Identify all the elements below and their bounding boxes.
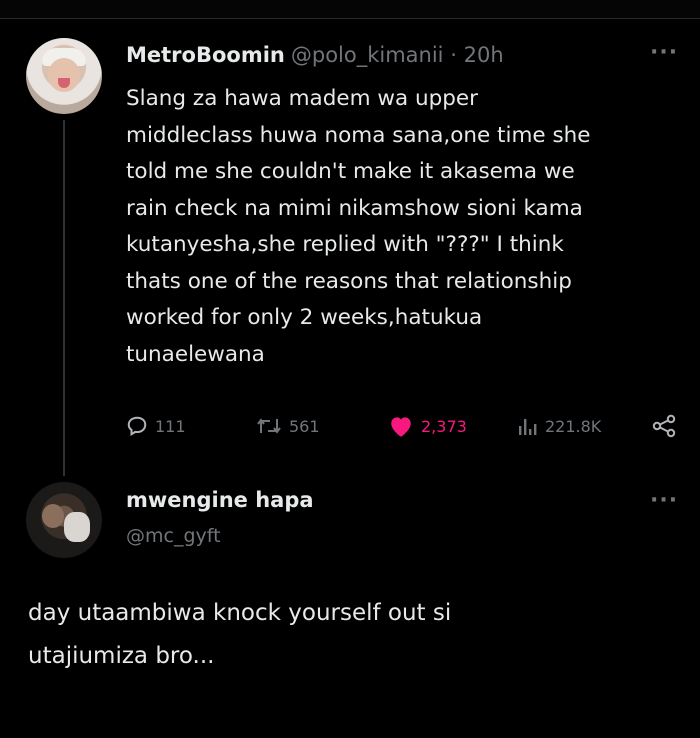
thread-line — [63, 120, 65, 476]
views-count: 221.8K — [545, 416, 602, 436]
avatar-metroboomin[interactable] — [26, 38, 102, 114]
avatar-figure — [64, 512, 90, 542]
tweet1-separator: · — [450, 43, 457, 67]
like-count: 2,373 — [421, 416, 467, 436]
retweet-button[interactable]: 561 — [256, 410, 320, 442]
share-button[interactable] — [652, 414, 678, 442]
views-button[interactable]: 221.8K — [518, 410, 601, 442]
more-icon[interactable]: ··· — [650, 42, 678, 64]
avatar-mwengine[interactable] — [26, 482, 102, 558]
tweet1-text: Slang za hawa madem wa upper middleclass… — [126, 86, 591, 367]
tweet1-handle[interactable]: @polo_kimanii — [291, 43, 444, 67]
tweet2-display-name[interactable]: mwengine hapa — [126, 488, 314, 512]
top-divider — [0, 0, 700, 19]
share-icon — [652, 414, 676, 438]
heart-icon — [391, 417, 411, 437]
tweet1-timestamp[interactable]: 20h — [464, 43, 504, 67]
like-button[interactable]: 2,373 — [388, 410, 467, 442]
retweet-icon — [257, 418, 281, 434]
retweet-count: 561 — [289, 416, 320, 436]
tweet2-handle[interactable]: @mc_gyft — [126, 525, 221, 547]
tweet1-header: MetroBoomin @polo_kimanii · 20h — [126, 43, 504, 67]
views-icon — [519, 419, 537, 435]
more-icon[interactable]: ··· — [650, 490, 678, 512]
tweet2-text: day utaambiwa knock yourself out si utaj… — [28, 600, 452, 669]
avatar-figure — [42, 504, 64, 528]
tweet1-display-name[interactable]: MetroBoomin — [126, 43, 285, 67]
reply-count: 111 — [155, 416, 186, 436]
reply-icon — [127, 416, 147, 437]
reply-button[interactable]: 111 — [126, 410, 186, 442]
